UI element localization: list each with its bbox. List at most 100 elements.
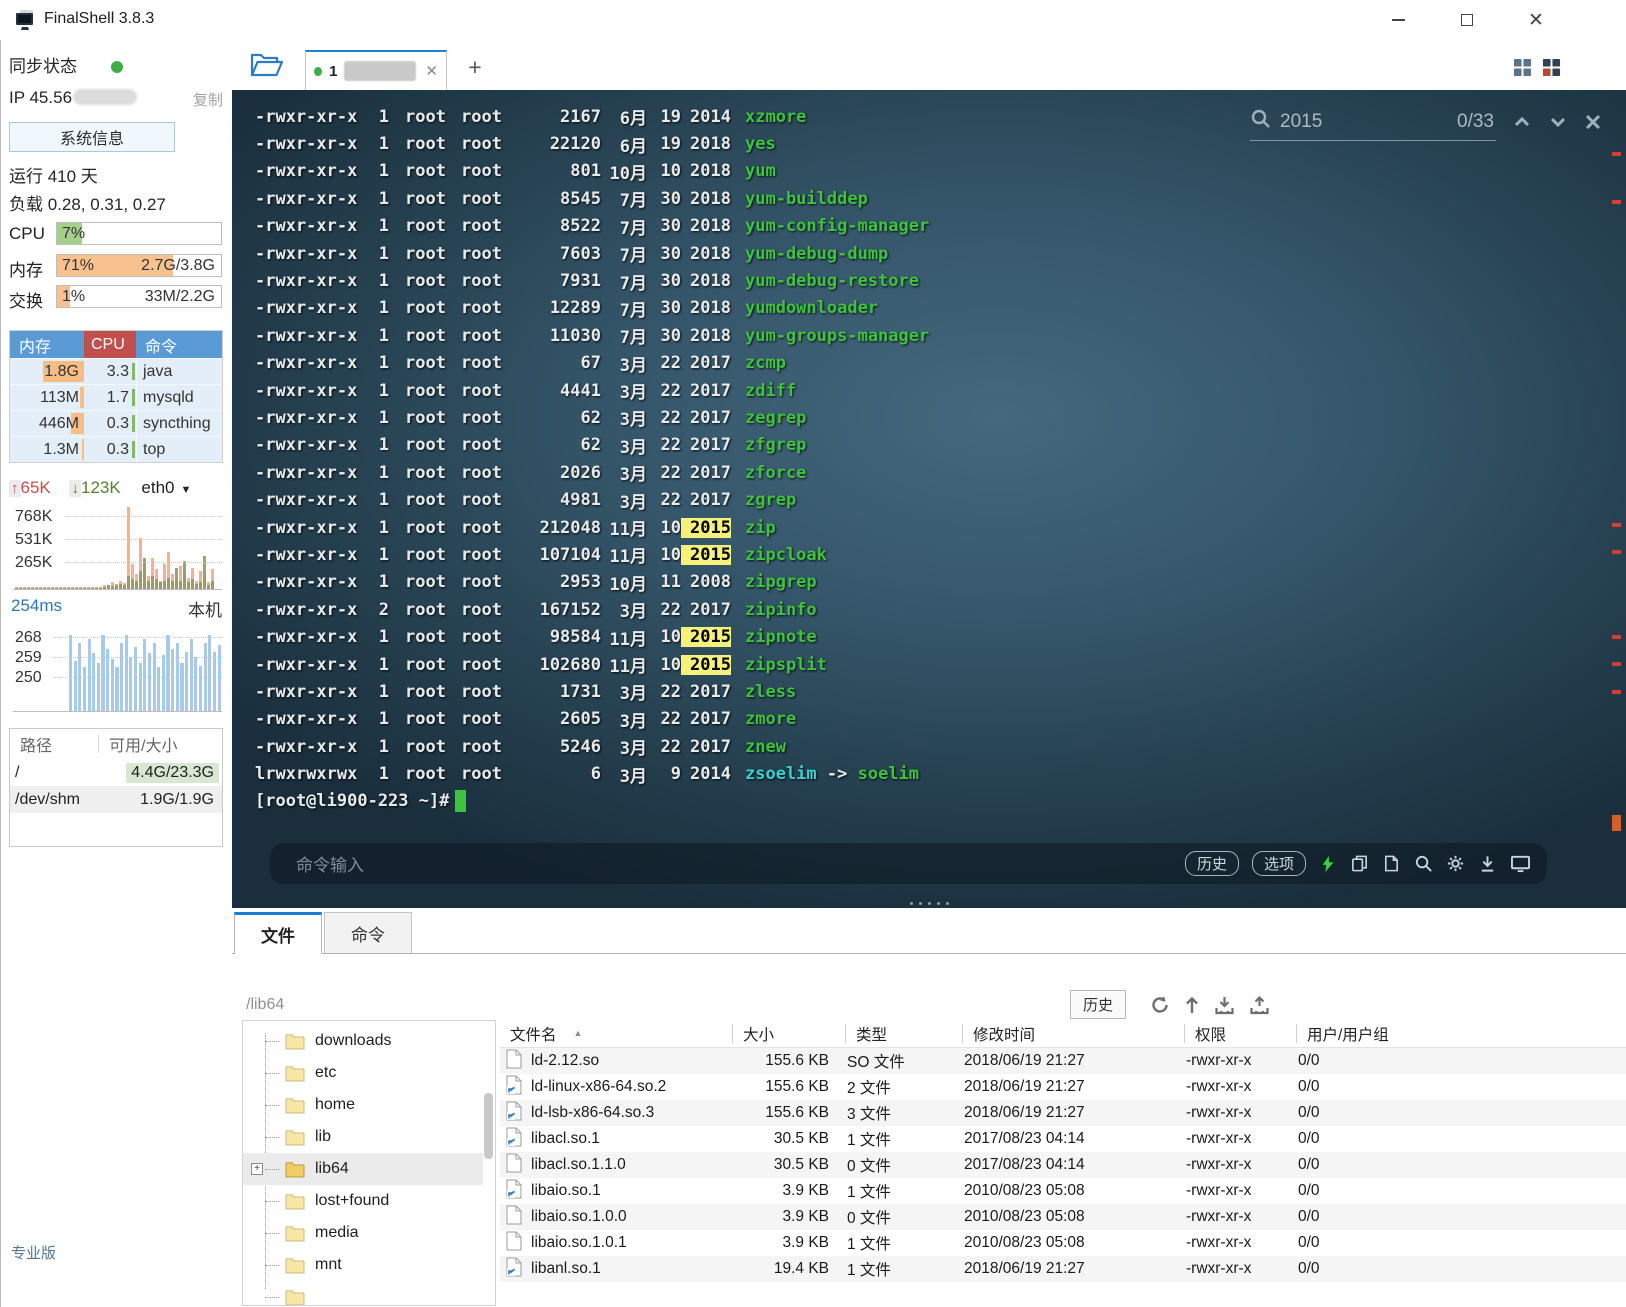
column-header-3[interactable]: 修改时间 xyxy=(962,1024,1184,1043)
disk-header-size[interactable]: 可用/大小 xyxy=(98,735,222,753)
column-header-5[interactable]: 用户/用户组 xyxy=(1296,1024,1626,1043)
terminal-settings-icon[interactable] xyxy=(1446,854,1465,873)
terminal-line: -rwxr-xr-x1rootroot20263月222017zforce xyxy=(255,459,1586,486)
find-next-icon[interactable] xyxy=(1548,112,1568,132)
terminal-find-icon[interactable] xyxy=(1414,854,1433,873)
command-input-bar[interactable]: 命令输入 历史 选项 xyxy=(270,843,1547,884)
tree-item-home[interactable]: home xyxy=(243,1089,483,1121)
quick-command-icon[interactable] xyxy=(1319,854,1337,874)
upload-icon[interactable] xyxy=(1249,995,1270,1015)
file-row[interactable]: ld-2.12.so155.6 KBSO 文件2018/06/19 21:27-… xyxy=(500,1048,1626,1074)
current-path[interactable]: /lib64 xyxy=(246,996,284,1014)
month-field: 3月 xyxy=(601,707,647,732)
folder-icon xyxy=(285,1065,305,1082)
terminal[interactable]: -rwxr-xr-x1rootroot21676月192014xzmore-rw… xyxy=(232,90,1626,908)
tree-item-etc[interactable]: etc xyxy=(243,1057,483,1089)
file-row[interactable]: libanl.so.119.4 KB1 文件2018/06/19 21:27-r… xyxy=(500,1256,1626,1282)
command-input-placeholder[interactable]: 命令输入 xyxy=(296,851,364,876)
file-row[interactable]: libacl.so.130.5 KB1 文件2017/08/23 04:14-r… xyxy=(500,1126,1626,1152)
owner-field: root xyxy=(405,655,451,675)
tree-item[interactable] xyxy=(243,1281,483,1306)
panel-splitter[interactable] xyxy=(232,899,1626,908)
column-header-1[interactable]: 大小 xyxy=(732,1024,845,1043)
process-header-mem[interactable]: 内存 xyxy=(10,331,84,358)
download-icon[interactable] xyxy=(1214,995,1235,1015)
tree-item-downloads[interactable]: downloads xyxy=(243,1025,483,1057)
search-field[interactable]: 2015 0/33 xyxy=(1250,103,1496,141)
tab-files[interactable]: 文件 xyxy=(234,912,322,954)
tree-item-lib64[interactable]: +lib64 xyxy=(243,1153,483,1185)
column-header-4[interactable]: 权限 xyxy=(1184,1024,1296,1043)
search-scroll-marker xyxy=(1612,523,1621,527)
system-info-button[interactable]: 系统信息 xyxy=(9,122,175,152)
process-row[interactable]: 1.3M0.3top xyxy=(10,436,222,462)
file-type-cell: 0 文件 xyxy=(845,1154,962,1176)
copy-icon[interactable] xyxy=(1350,854,1369,873)
process-row[interactable]: 1.8G3.3java xyxy=(10,358,222,384)
refresh-icon[interactable] xyxy=(1150,995,1170,1015)
session-tab[interactable]: 1 ✕ xyxy=(305,50,447,90)
close-icon[interactable]: ✕ xyxy=(1513,0,1559,40)
tree-item-media[interactable]: media xyxy=(243,1217,483,1249)
scrollbar-thumb[interactable] xyxy=(1612,815,1621,831)
terminal-history-button[interactable]: 历史 xyxy=(1185,851,1239,876)
ping-bar xyxy=(115,667,118,711)
search-query[interactable]: 2015 xyxy=(1280,111,1322,133)
find-previous-icon[interactable] xyxy=(1512,112,1532,132)
process-header-cmd[interactable]: 命令 xyxy=(136,331,222,358)
ping-header: 254ms 本机 xyxy=(11,596,222,621)
file-row[interactable]: libaio.so.1.0.13.9 KB1 文件2010/08/23 05:0… xyxy=(500,1230,1626,1256)
disk-table-header: 路径 可用/大小 xyxy=(10,729,222,759)
new-tab-button[interactable]: + xyxy=(462,54,488,80)
tree-item-mnt[interactable]: mnt xyxy=(243,1249,483,1281)
download-bar xyxy=(183,561,186,589)
copy-ip-button[interactable]: 复制 xyxy=(193,89,223,110)
minimize-icon[interactable] xyxy=(1375,0,1421,40)
fullscreen-icon[interactable] xyxy=(1510,854,1531,873)
network-interface-select[interactable]: eth0 xyxy=(141,478,174,497)
tab-close-icon[interactable]: ✕ xyxy=(425,62,438,80)
column-header-2[interactable]: 类型 xyxy=(845,1024,962,1043)
process-row[interactable]: 446M0.3syncthing xyxy=(10,410,222,436)
file-history-button[interactable]: 历史 xyxy=(1070,990,1126,1019)
month-field: 7月 xyxy=(601,323,647,348)
perm-field: -rwxr-xr-x xyxy=(255,490,363,510)
disk-header-path[interactable]: 路径 xyxy=(10,732,98,756)
process-header-cpu[interactable]: CPU xyxy=(84,331,136,358)
tree-item-lib[interactable]: lib xyxy=(243,1121,483,1153)
search-close-icon[interactable] xyxy=(1584,113,1602,131)
scroll-to-bottom-icon[interactable] xyxy=(1478,854,1497,873)
process-row[interactable]: 113M1.7mysqld xyxy=(10,384,222,410)
tree-scrollbar[interactable] xyxy=(484,1093,493,1159)
disk-row[interactable]: /4.4G/23.3G xyxy=(10,759,222,786)
grid-view-icon[interactable] xyxy=(1513,58,1532,82)
tree-connector xyxy=(265,1041,279,1042)
owner-field: root xyxy=(405,490,451,510)
perm-field: -rwxr-xr-x xyxy=(255,244,363,264)
download-bar xyxy=(91,588,94,589)
column-header-0[interactable]: 文件名▲ xyxy=(500,1024,732,1043)
paste-icon[interactable] xyxy=(1382,854,1401,873)
search-icon xyxy=(1250,108,1272,135)
tab-commands[interactable]: 命令 xyxy=(324,912,412,954)
tree-expander-icon[interactable]: + xyxy=(251,1163,263,1175)
file-row[interactable]: libaio.so.13.9 KB1 文件2010/08/23 05:08-rw… xyxy=(500,1178,1626,1204)
open-connections-button[interactable] xyxy=(248,50,286,84)
file-size-cell: 3.9 KB xyxy=(732,1234,845,1252)
file-row[interactable]: ld-linux-x86-64.so.2155.6 KB2 文件2018/06/… xyxy=(500,1074,1626,1100)
file-name: zmore xyxy=(745,709,796,729)
download-arrow-icon: ↓ xyxy=(69,480,81,497)
file-row[interactable]: ld-lsb-x86-64.so.3155.6 KB3 文件2018/06/19… xyxy=(500,1100,1626,1126)
chevron-down-icon[interactable]: ▼ xyxy=(181,484,192,496)
folder-icon xyxy=(285,1289,305,1306)
file-row[interactable]: libaio.so.1.0.03.9 KB0 文件2010/08/23 05:0… xyxy=(500,1204,1626,1230)
tree-item-lost+found[interactable]: lost+found xyxy=(243,1185,483,1217)
day-field: 30 xyxy=(647,216,681,236)
parent-directory-icon[interactable] xyxy=(1184,995,1200,1015)
file-row[interactable]: libacl.so.1.1.030.5 KB0 文件2017/08/23 04:… xyxy=(500,1152,1626,1178)
maximize-icon[interactable] xyxy=(1444,0,1490,40)
day-field: 22 xyxy=(647,490,681,510)
terminal-options-button[interactable]: 选项 xyxy=(1252,851,1306,876)
disk-row[interactable]: /dev/shm1.9G/1.9G xyxy=(10,786,222,813)
layout-view-icon[interactable] xyxy=(1542,58,1561,82)
